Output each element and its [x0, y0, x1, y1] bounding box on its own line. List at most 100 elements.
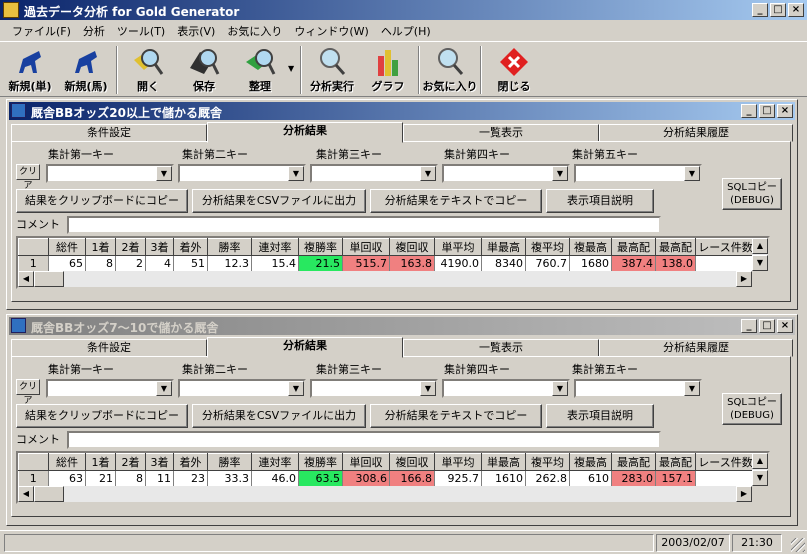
column-header[interactable]: 連対率 — [251, 453, 299, 471]
copy-text-button[interactable]: 分析結果をテキストでコピー — [370, 189, 542, 213]
scroll-left-icon[interactable]: ◀ — [18, 271, 34, 287]
sql-copy-debug-button[interactable]: SQLコピー (DEBUG) — [722, 178, 782, 210]
open-button[interactable]: 開く — [120, 46, 176, 96]
key5-select[interactable]: ▼ — [574, 164, 702, 183]
table-cell[interactable] — [695, 470, 756, 487]
key1-select[interactable]: ▼ — [46, 164, 174, 183]
menu-tools[interactable]: ツール(T) — [111, 21, 171, 40]
tab-results[interactable]: 分析結果 — [207, 122, 403, 143]
column-header[interactable]: 着外 — [173, 453, 208, 471]
menu-window[interactable]: ウィンドウ(W) — [288, 21, 374, 40]
tab-conditions[interactable]: 条件設定 — [11, 124, 207, 142]
column-header[interactable]: 最高配 — [611, 453, 656, 471]
column-header[interactable]: 2着 — [115, 238, 146, 256]
chevron-down-icon[interactable]: ▼ — [420, 381, 436, 396]
table-cell[interactable]: 65 — [48, 255, 86, 272]
scroll-down-icon[interactable]: ▼ — [752, 470, 768, 486]
table-cell[interactable]: 166.8 — [389, 470, 435, 487]
table-cell[interactable]: 925.7 — [434, 470, 482, 487]
table-cell[interactable]: 308.6 — [342, 470, 390, 487]
organize-dropdown-arrow[interactable]: ▼ — [288, 64, 294, 73]
column-header[interactable]: 3着 — [145, 238, 174, 256]
table-cell[interactable]: 63.5 — [298, 470, 343, 487]
chevron-down-icon[interactable]: ▼ — [288, 381, 304, 396]
table-cell[interactable]: 8340 — [481, 255, 526, 272]
scroll-right-icon[interactable]: ▶ — [736, 486, 752, 502]
column-header[interactable]: 複回収 — [389, 453, 435, 471]
menu-view[interactable]: 表示(V) — [171, 21, 221, 40]
horizontal-scrollbar[interactable]: ◀ ▶ — [18, 486, 752, 502]
copy-clipboard-button[interactable]: 結果をクリップボードにコピー — [16, 404, 188, 428]
new-single-button[interactable]: 新規(単) — [2, 46, 58, 96]
scroll-up-icon[interactable]: ▲ — [752, 238, 768, 254]
table-cell[interactable]: 33.3 — [207, 470, 252, 487]
explain-columns-button[interactable]: 表示項目説明 — [546, 404, 654, 428]
tab-history[interactable]: 分析結果履歴 — [599, 339, 793, 357]
column-header[interactable]: 単平均 — [434, 453, 482, 471]
table-cell[interactable]: 21 — [85, 470, 116, 487]
table-cell[interactable]: 15.4 — [251, 255, 299, 272]
row-header[interactable]: 1 — [18, 255, 49, 272]
table-cell[interactable]: 2 — [115, 255, 146, 272]
export-csv-button[interactable]: 分析結果をCSVファイルに出力 — [192, 404, 366, 428]
organize-button[interactable]: 整理 — [232, 46, 288, 96]
table-cell[interactable]: 760.7 — [525, 255, 570, 272]
chevron-down-icon[interactable]: ▼ — [288, 166, 304, 181]
key3-select[interactable]: ▼ — [310, 379, 438, 398]
menu-file[interactable]: ファイル(F) — [6, 21, 77, 40]
graph-button[interactable]: グラフ — [360, 46, 416, 96]
column-header[interactable]: 3着 — [145, 453, 174, 471]
column-header[interactable]: 複最高 — [569, 453, 612, 471]
table-cell[interactable]: 21.5 — [298, 255, 343, 272]
key4-select[interactable]: ▼ — [442, 164, 570, 183]
table-cell[interactable]: 515.7 — [342, 255, 390, 272]
table-cell[interactable]: 138.0 — [655, 255, 696, 272]
maximize-button[interactable]: □ — [770, 3, 786, 17]
copy-text-button[interactable]: 分析結果をテキストでコピー — [370, 404, 542, 428]
chevron-down-icon[interactable]: ▼ — [684, 166, 700, 181]
table-cell[interactable]: 262.8 — [525, 470, 570, 487]
table-cell[interactable]: 283.0 — [611, 470, 656, 487]
scroll-right-icon[interactable]: ▶ — [736, 271, 752, 287]
scroll-up-icon[interactable]: ▲ — [752, 453, 768, 469]
export-csv-button[interactable]: 分析結果をCSVファイルに出力 — [192, 189, 366, 213]
tab-results[interactable]: 分析結果 — [207, 337, 403, 358]
column-header[interactable]: 単平均 — [434, 238, 482, 256]
column-header[interactable]: 総件 — [48, 238, 86, 256]
run-analysis-button[interactable]: 分析実行 — [304, 46, 360, 96]
table-cell[interactable] — [695, 255, 756, 272]
table-cell[interactable]: 63 — [48, 470, 86, 487]
chevron-down-icon[interactable]: ▼ — [420, 166, 436, 181]
table-cell[interactable]: 4 — [145, 255, 174, 272]
scroll-thumb[interactable] — [34, 486, 64, 502]
table-cell[interactable]: 23 — [173, 470, 208, 487]
table-cell[interactable]: 11 — [145, 470, 174, 487]
column-header[interactable]: 1着 — [85, 238, 116, 256]
table-cell[interactable]: 157.1 — [655, 470, 696, 487]
column-header[interactable]: 複平均 — [525, 238, 570, 256]
column-header[interactable]: 最高配 — [611, 238, 656, 256]
table-row[interactable]: 1 63 21 8 11 23 33.3 46.0 63.5 308.6 166.8 925.7 161… — [18, 470, 756, 487]
column-header[interactable]: 単最高 — [481, 238, 526, 256]
table-cell[interactable]: 163.8 — [389, 255, 435, 272]
chevron-down-icon[interactable]: ▼ — [552, 166, 568, 181]
horizontal-scrollbar[interactable]: ◀ ▶ — [18, 271, 752, 287]
column-header[interactable]: 単最高 — [481, 453, 526, 471]
column-header[interactable]: 単回収 — [342, 453, 390, 471]
column-header[interactable]: レース件数 — [695, 238, 756, 256]
column-header[interactable]: 単回収 — [342, 238, 390, 256]
column-header[interactable] — [18, 453, 49, 471]
minimize-button[interactable]: _ — [752, 3, 768, 17]
restore-button[interactable]: □ — [759, 319, 775, 333]
comment-field[interactable] — [67, 216, 661, 234]
chevron-down-icon[interactable]: ▼ — [552, 381, 568, 396]
chevron-down-icon[interactable]: ▼ — [684, 381, 700, 396]
restore-button[interactable]: □ — [759, 104, 775, 118]
scroll-left-icon[interactable]: ◀ — [18, 486, 34, 502]
column-header[interactable]: 1着 — [85, 453, 116, 471]
tab-list[interactable]: 一覧表示 — [403, 124, 599, 142]
table-cell[interactable]: 8 — [115, 470, 146, 487]
resize-grip[interactable] — [791, 538, 805, 552]
sql-copy-debug-button[interactable]: SQLコピー (DEBUG) — [722, 393, 782, 425]
scroll-thumb[interactable] — [34, 271, 64, 287]
